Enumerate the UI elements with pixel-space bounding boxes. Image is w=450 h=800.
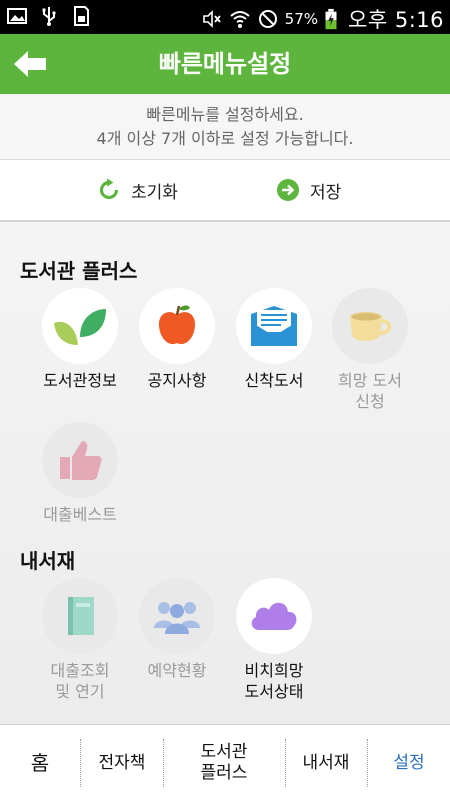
nav-settings[interactable]: 설정	[368, 725, 450, 800]
battery-charging-icon	[325, 8, 337, 30]
tile-library-info[interactable]: 도서관정보	[30, 288, 130, 391]
menu-content: 도서관 플러스 도서관정보 공지사항 신착도서 희망 도서 신청 대출베스트 내…	[0, 222, 450, 724]
tile-loan-best[interactable]: 대출베스트	[30, 422, 130, 525]
arrow-right-circle-icon	[277, 179, 299, 201]
nav-library-plus[interactable]: 도서관 플러스	[164, 725, 284, 800]
save-button[interactable]: 저장	[276, 160, 341, 220]
bottom-navigation: 홈 전자책 도서관 플러스 내서재 설정	[0, 724, 450, 800]
tile-label: 비치희망 도서상태	[244, 661, 304, 701]
save-label: 저장	[310, 182, 342, 203]
reset-label: 초기화	[131, 182, 178, 203]
apple-icon	[158, 305, 196, 345]
page-title: 빠른메뉴설정	[158, 50, 292, 78]
section-title-my-library: 내서재	[20, 549, 76, 573]
back-arrow-icon	[14, 51, 46, 77]
instruction-line-1: 빠른메뉴를 설정하세요.	[146, 105, 304, 124]
mute-icon	[202, 10, 221, 28]
tile-label: 대출베스트	[43, 505, 117, 524]
tile-reservation[interactable]: 예약현황	[127, 578, 227, 681]
gallery-icon	[7, 8, 27, 24]
sd-card-icon	[74, 6, 89, 26]
status-bar: 57% 오후 5:16	[0, 0, 450, 34]
book-icon	[68, 597, 94, 635]
tile-label: 예약현황	[147, 661, 207, 680]
status-bar-notifications	[6, 5, 92, 27]
thumbs-up-icon	[60, 441, 102, 480]
tile-wish-book[interactable]: 희망 도서 신청	[320, 288, 420, 412]
tile-circle	[332, 288, 408, 364]
leaves-icon	[54, 309, 106, 345]
tile-circle	[42, 578, 118, 654]
refresh-icon	[99, 178, 119, 200]
tile-loan-inquiry[interactable]: 대출조회 및 연기	[30, 578, 130, 702]
back-button[interactable]	[0, 34, 60, 94]
nav-ebook[interactable]: 전자책	[81, 725, 163, 800]
action-bar: 초기화 저장	[0, 160, 450, 222]
tile-circle	[139, 288, 215, 364]
tile-circle	[236, 288, 312, 364]
wifi-icon	[230, 11, 250, 28]
tile-circle	[42, 288, 118, 364]
usb-icon	[42, 7, 56, 26]
tile-new-books[interactable]: 신착도서	[224, 288, 324, 391]
envelope-icon	[251, 306, 297, 346]
tile-label: 희망 도서 신청	[338, 371, 402, 411]
instruction-line-2: 4개 이상 7개 이하로 설정 가능합니다.	[96, 129, 354, 148]
cup-icon	[350, 312, 392, 341]
tile-circle	[139, 578, 215, 654]
status-bar-system: 57% 오후 5:16	[201, 4, 444, 34]
tile-label: 공지사항	[147, 371, 207, 390]
battery-percent: 57%	[284, 10, 319, 28]
cloud-icon	[251, 602, 297, 630]
tile-label: 도서관정보	[43, 371, 117, 390]
tile-circle	[236, 578, 312, 654]
reset-button[interactable]: 초기화	[97, 160, 178, 220]
instruction-panel: 빠른메뉴를 설정하세요. 4개 이상 7개 이하로 설정 가능합니다.	[0, 94, 450, 160]
tile-circle	[42, 422, 118, 498]
tile-label: 대출조회 및 연기	[50, 661, 110, 701]
people-icon	[154, 602, 200, 634]
nav-home[interactable]: 홈	[0, 725, 80, 800]
tile-wish-status[interactable]: 비치희망 도서상태	[224, 578, 324, 702]
tile-notice[interactable]: 공지사항	[127, 288, 227, 391]
nav-my-library[interactable]: 내서재	[286, 725, 366, 800]
section-title-library-plus: 도서관 플러스	[20, 259, 138, 283]
no-signal-icon	[258, 10, 277, 28]
clock: 오후 5:16	[348, 8, 444, 32]
tile-label: 신착도서	[244, 371, 304, 390]
app-header: 빠른메뉴설정	[0, 34, 450, 94]
